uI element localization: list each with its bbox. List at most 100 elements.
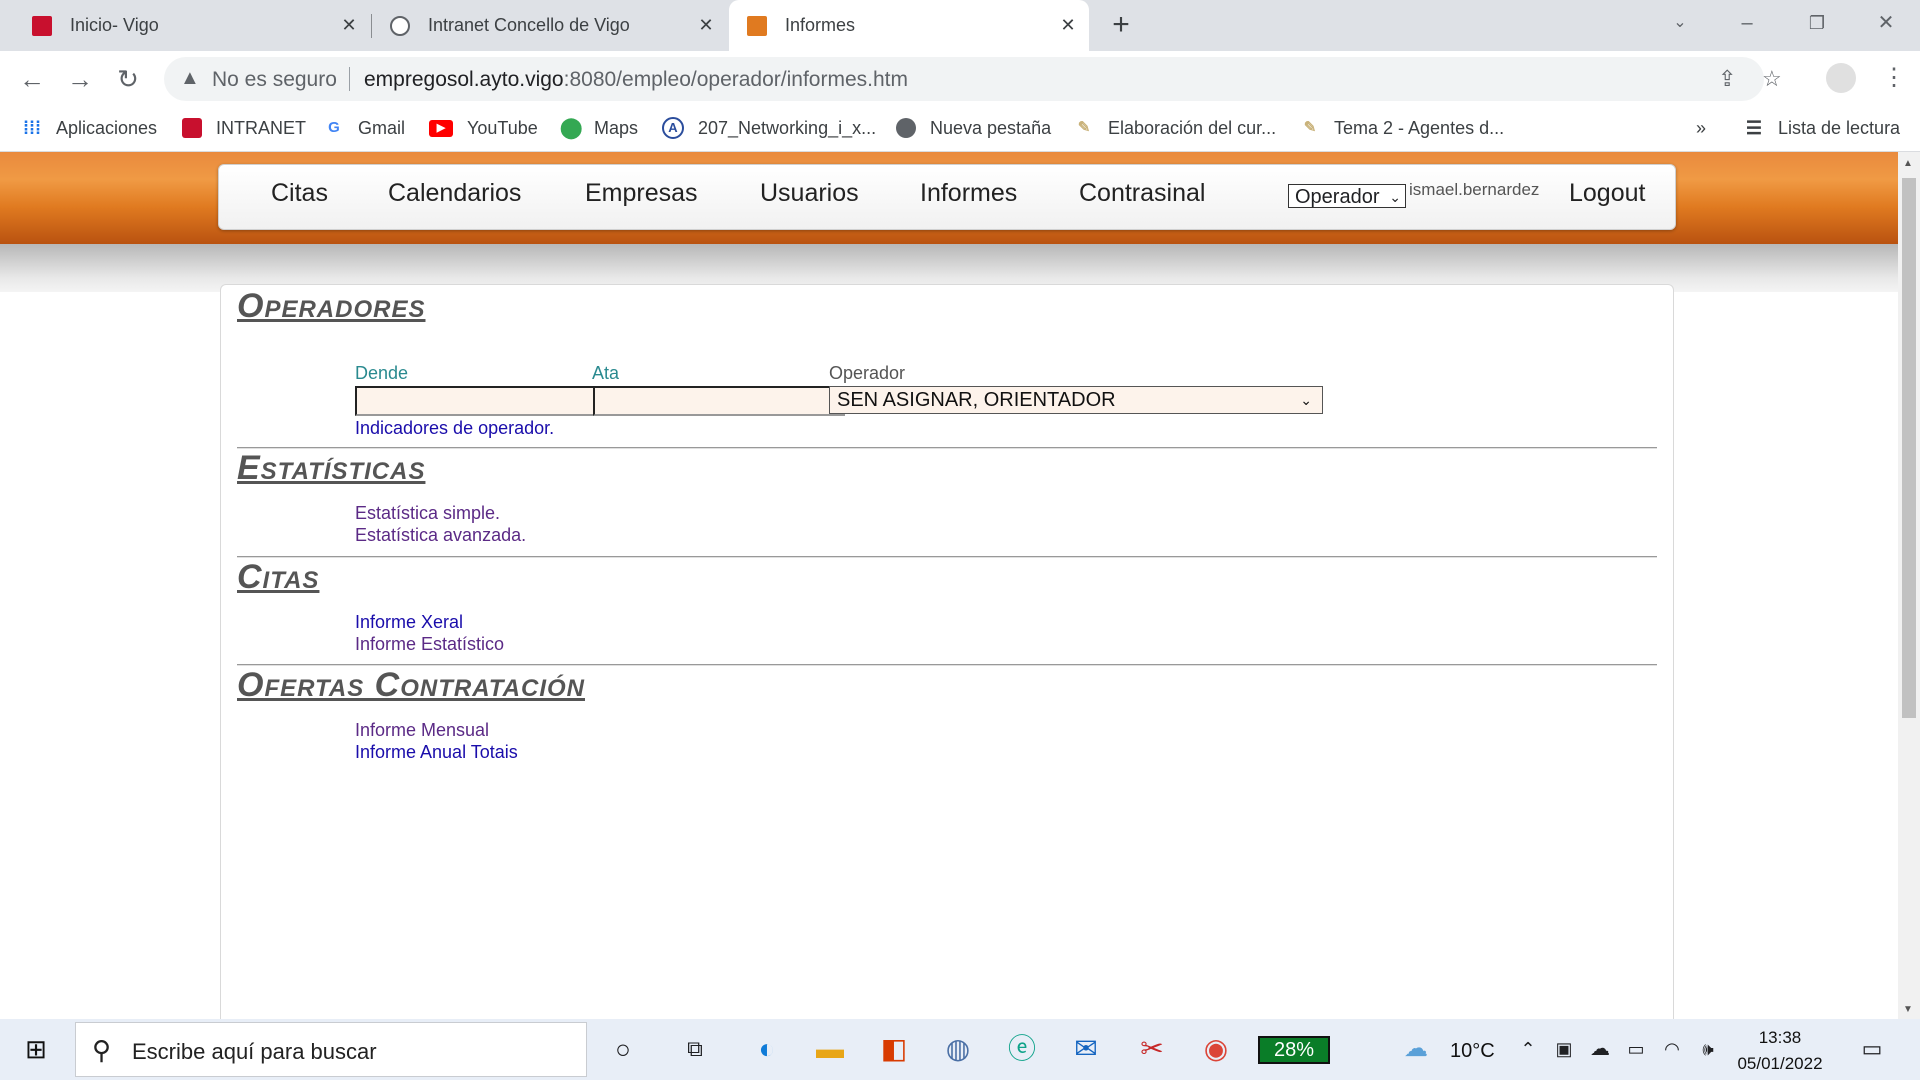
weather-temp[interactable]: 10°C bbox=[1450, 1040, 1495, 1063]
taskbar: ⊞ ⚲ Escribe aquí para buscar ○ ⧉ ◐ ▬ ◧ ◍… bbox=[0, 1019, 1920, 1080]
menu-contrasinal[interactable]: Contrasinal bbox=[1079, 179, 1205, 208]
scrollbar-thumb[interactable] bbox=[1902, 178, 1916, 718]
content-panel: Operadores Dende Ata Operador SEN ASIGNA… bbox=[220, 284, 1674, 1019]
from-date-input[interactable] bbox=[355, 386, 593, 416]
link-informe-mensual[interactable]: Informe Mensual bbox=[355, 720, 489, 741]
maps-icon: ⬤ bbox=[560, 117, 583, 139]
tab-search-icon[interactable]: ⌄ bbox=[1660, 8, 1700, 38]
bookmark-intranet[interactable]: INTRANET bbox=[182, 116, 306, 140]
logout-link[interactable]: Logout bbox=[1569, 179, 1645, 208]
bookmark-label: Aplicaciones bbox=[56, 117, 158, 138]
link-informe-estatistico[interactable]: Informe Estatístico bbox=[355, 634, 504, 655]
address-bar[interactable]: ▲ No es seguro empregosol.ayto.vigo:8080… bbox=[164, 57, 1782, 101]
menu-usuarios[interactable]: Usuarios bbox=[760, 179, 859, 208]
globe-icon bbox=[390, 15, 410, 36]
bookmark-maps[interactable]: ⬤ Maps bbox=[560, 116, 638, 140]
role-select[interactable]: Operador ⌄ bbox=[1288, 184, 1406, 208]
user-name: ismael.bernardez bbox=[1409, 180, 1540, 199]
tab-intranet[interactable]: Intranet Concello de Vigo ✕ bbox=[372, 0, 727, 51]
network-globe-icon[interactable]: ◍ bbox=[936, 1029, 980, 1069]
chevron-down-icon: ⌄ bbox=[1389, 189, 1401, 205]
informes-favicon-icon bbox=[747, 15, 767, 36]
menu-calendarios[interactable]: Calendarios bbox=[388, 179, 521, 208]
operator-label: Operador bbox=[829, 363, 906, 383]
section-title-ofertas: Ofertas Contratación bbox=[237, 666, 585, 704]
bookmark-youtube[interactable]: ▶ YouTube bbox=[429, 116, 538, 140]
menu-citas[interactable]: Citas bbox=[271, 179, 328, 208]
search-icon: ⚲ bbox=[92, 1035, 112, 1065]
share-icon[interactable]: ⇪ bbox=[1718, 66, 1736, 92]
profile-avatar-icon[interactable] bbox=[1826, 63, 1856, 93]
google-icon: G bbox=[328, 119, 340, 136]
operator-select[interactable]: SEN ASIGNAR, ORIENTADOR ⌄ bbox=[829, 386, 1323, 414]
bookmark-nueva-pestana[interactable]: Nueva pestaña bbox=[896, 116, 1051, 140]
back-button[interactable]: ← bbox=[16, 64, 48, 94]
bookmark-gmail[interactable]: G Gmail bbox=[324, 116, 405, 140]
link-estatistica-avanzada[interactable]: Estatística avanzada. bbox=[355, 525, 526, 546]
chrome-icon[interactable]: ◉ bbox=[1194, 1029, 1238, 1069]
bookmark-label: Maps bbox=[594, 117, 639, 138]
eset-icon[interactable]: ⓔ bbox=[1000, 1029, 1044, 1069]
link-indicadores-operador[interactable]: Indicadores de operador. bbox=[355, 418, 554, 439]
bookmark-label: Nueva pestaña bbox=[930, 117, 1052, 138]
minimize-button[interactable]: – bbox=[1727, 8, 1767, 38]
link-informe-xeral[interactable]: Informe Xeral bbox=[355, 612, 463, 633]
forward-button[interactable]: → bbox=[64, 64, 96, 94]
taskbar-search[interactable]: ⚲ Escribe aquí para buscar bbox=[75, 1022, 587, 1077]
vigo-icon bbox=[182, 118, 202, 138]
task-view-icon[interactable]: ⧉ bbox=[673, 1029, 717, 1069]
tab-inicio-vigo[interactable]: Inicio- Vigo ✕ bbox=[0, 0, 370, 51]
to-date-input[interactable] bbox=[593, 386, 845, 416]
tab-title: Intranet Concello de Vigo bbox=[428, 15, 630, 35]
close-icon[interactable]: ✕ bbox=[695, 14, 717, 36]
divider bbox=[349, 67, 350, 91]
section-title-estatisticas: Estatísticas bbox=[237, 449, 426, 487]
bookmark-tema2[interactable]: ✎ Tema 2 - Agentes d... bbox=[1300, 116, 1504, 140]
volume-icon[interactable]: 🕪 bbox=[1686, 1029, 1730, 1069]
start-button[interactable]: ⊞ bbox=[14, 1029, 58, 1069]
mail-icon[interactable]: ✉ bbox=[1064, 1029, 1108, 1069]
reading-list-icon: ☰ bbox=[1745, 118, 1763, 138]
tab-informes[interactable]: Informes ✕ bbox=[729, 0, 1089, 51]
weather-cloud-icon[interactable]: ☁ bbox=[1394, 1029, 1438, 1069]
clock[interactable]: 13:38 05/01/2022 bbox=[1730, 1025, 1830, 1077]
security-label[interactable]: No es seguro bbox=[212, 68, 337, 92]
cortana-icon[interactable]: ○ bbox=[601, 1029, 645, 1069]
youtube-icon: ▶ bbox=[429, 119, 453, 137]
bookmarks-overflow-button[interactable]: » bbox=[1696, 116, 1706, 140]
section-title-citas: Citas bbox=[237, 558, 320, 596]
link-estatistica-simple[interactable]: Estatística simple. bbox=[355, 503, 500, 524]
menu-empresas[interactable]: Empresas bbox=[585, 179, 698, 208]
document-icon: ✎ bbox=[1077, 119, 1091, 136]
scroll-up-icon[interactable]: ▲ bbox=[1903, 158, 1913, 169]
bookmark-aplicaciones[interactable]: ⁞⁞⁞ Aplicaciones bbox=[22, 116, 157, 140]
bookmark-elaboracion[interactable]: ✎ Elaboración del cur... bbox=[1074, 116, 1276, 140]
file-explorer-icon[interactable]: ▬ bbox=[808, 1029, 852, 1069]
bookmark-star-icon[interactable]: ☆ bbox=[1762, 66, 1782, 92]
battery-widget[interactable]: 28% bbox=[1258, 1036, 1330, 1064]
office-icon[interactable]: ◧ bbox=[872, 1029, 916, 1069]
close-window-button[interactable]: ✕ bbox=[1866, 8, 1906, 38]
new-tab-button[interactable]: + bbox=[1104, 9, 1138, 43]
menu-informes[interactable]: Informes bbox=[920, 179, 1017, 208]
reading-list-button[interactable]: ☰ Lista de lectura bbox=[1744, 116, 1900, 140]
snipping-tool-icon[interactable]: ✂ bbox=[1130, 1029, 1174, 1069]
restore-button[interactable]: ❐ bbox=[1797, 8, 1837, 38]
url-text[interactable]: empregosol.ayto.vigo:8080/empleo/operado… bbox=[364, 68, 908, 92]
apps-grid-icon: ⁞⁞⁞ bbox=[23, 118, 41, 138]
divider bbox=[237, 447, 1657, 449]
warning-icon: ▲ bbox=[180, 67, 200, 89]
bookmark-networking[interactable]: A 207_Networking_i_x... bbox=[662, 116, 876, 140]
menu-kebab-icon[interactable]: ⋮ bbox=[1882, 63, 1906, 92]
reload-button[interactable]: ↻ bbox=[112, 64, 144, 94]
edge-icon[interactable]: ◐ bbox=[745, 1029, 789, 1069]
notifications-icon[interactable]: ▭ bbox=[1850, 1029, 1894, 1069]
bookmark-label: Tema 2 - Agentes d... bbox=[1334, 117, 1505, 138]
close-icon[interactable]: ✕ bbox=[1057, 14, 1079, 36]
close-icon[interactable]: ✕ bbox=[338, 14, 360, 36]
link-informe-anual-totais[interactable]: Informe Anual Totais bbox=[355, 742, 518, 763]
globe-icon bbox=[896, 118, 916, 138]
page-scrollbar[interactable]: ▲ ▼ bbox=[1898, 152, 1920, 1019]
scroll-down-icon[interactable]: ▼ bbox=[1903, 1004, 1913, 1015]
clock-time: 13:38 bbox=[1758, 1028, 1802, 1047]
